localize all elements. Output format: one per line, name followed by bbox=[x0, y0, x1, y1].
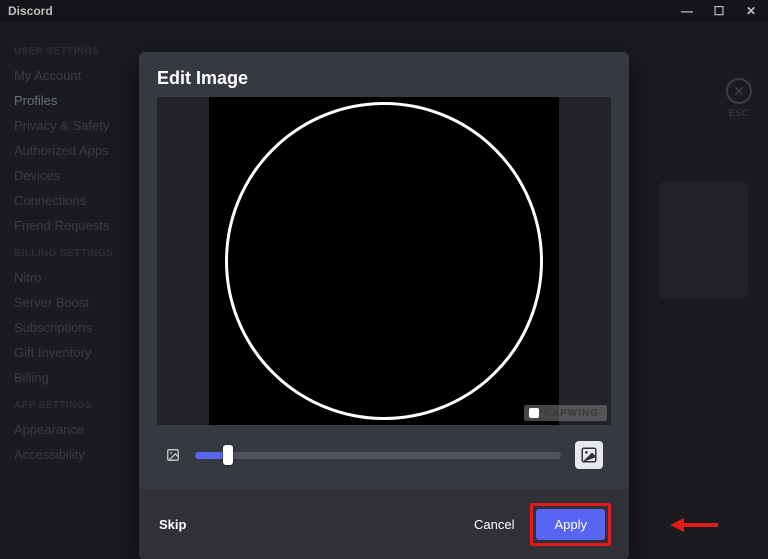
skip-button[interactable]: Skip bbox=[159, 517, 186, 532]
apply-button[interactable]: Apply bbox=[536, 509, 605, 540]
modal-footer: Skip Cancel Apply bbox=[139, 489, 629, 559]
minimize-button[interactable]: — bbox=[678, 4, 696, 18]
zoom-slider[interactable] bbox=[195, 452, 561, 459]
apply-highlight: Apply bbox=[530, 503, 611, 546]
crop-image-canvas bbox=[209, 97, 559, 425]
image-crop-area[interactable]: KAPWING bbox=[157, 97, 611, 425]
modal-overlay: Edit Image KAPWING bbox=[0, 44, 768, 559]
image-small-icon bbox=[165, 447, 181, 463]
titlebar: Discord — ☐ ✕ bbox=[0, 0, 768, 22]
zoom-slider-row bbox=[139, 425, 629, 489]
close-button[interactable]: ✕ bbox=[742, 4, 760, 18]
watermark: KAPWING bbox=[524, 405, 607, 421]
edit-image-modal: Edit Image KAPWING bbox=[139, 52, 629, 559]
cancel-button[interactable]: Cancel bbox=[474, 517, 514, 532]
discord-window: Discord — ☐ ✕ USER SETTINGS My Account P… bbox=[0, 0, 768, 559]
modal-title: Edit Image bbox=[139, 52, 629, 97]
app-name: Discord bbox=[8, 4, 53, 18]
image-large-icon bbox=[575, 441, 603, 469]
maximize-button[interactable]: ☐ bbox=[710, 4, 728, 18]
window-controls: — ☐ ✕ bbox=[678, 4, 760, 18]
zoom-slider-thumb[interactable] bbox=[223, 445, 233, 465]
